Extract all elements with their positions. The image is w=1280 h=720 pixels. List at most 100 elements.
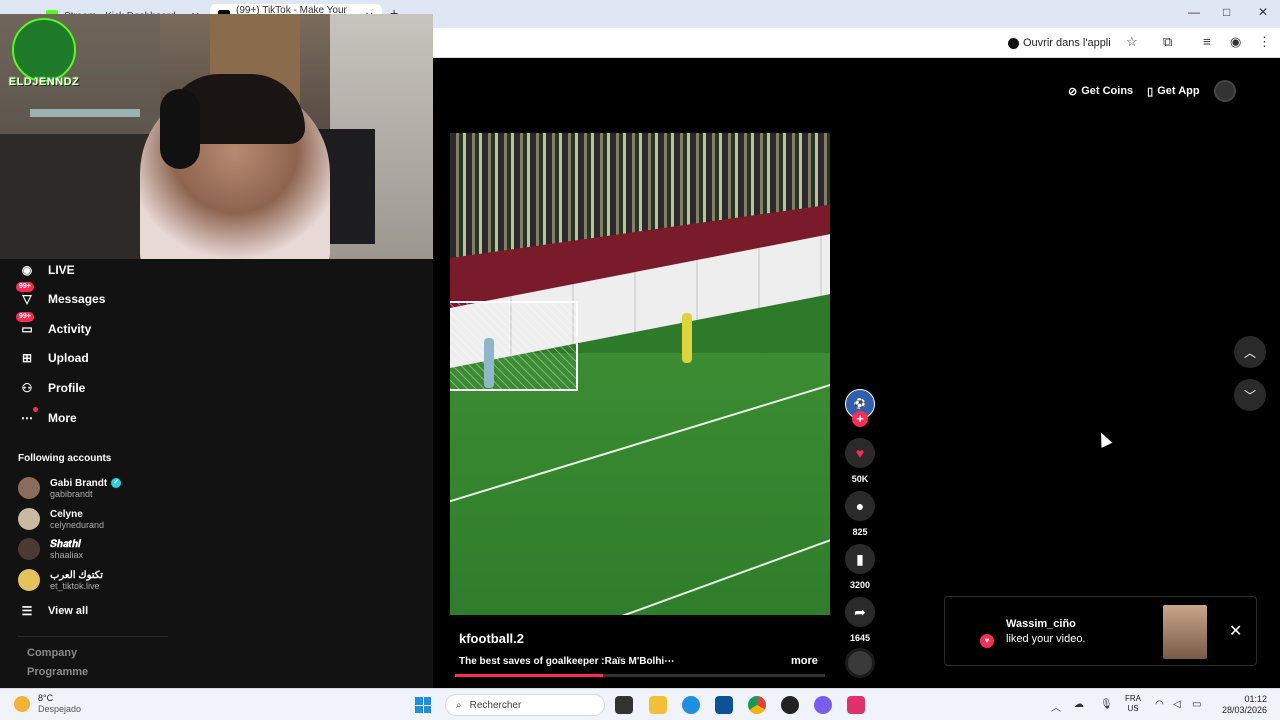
get-coins-button[interactable]: ⊘ Get Coins (1068, 85, 1133, 98)
user-avatar[interactable] (1213, 80, 1236, 102)
open-in-app-label: Ouvrir dans l'appli (1023, 37, 1111, 49)
caption-more-button[interactable]: more (791, 655, 818, 667)
bookmark-star-icon[interactable]: ☆ (1126, 34, 1138, 50)
notification-thumbnail[interactable] (1163, 605, 1207, 659)
menu-kebab-icon[interactable]: ⋮ (1258, 34, 1271, 50)
media-control-icon[interactable]: ≡ (1203, 34, 1211, 49)
list-icon: ☰ (21, 604, 33, 618)
heart-icon: ♥ (855, 445, 865, 461)
comment-button[interactable]: ● (845, 491, 875, 521)
header-actions: ⊘ Get Coins ▯ Get App (1068, 78, 1236, 104)
sidebar-item-activity[interactable]: ▭ 99+ Activity (16, 312, 91, 340)
notification-badge: 99+ (16, 312, 34, 322)
messages-icon: ▽ 99+ (16, 282, 36, 308)
wifi-icon[interactable]: ◠ (1155, 699, 1164, 710)
heart-icon: ♥ (980, 634, 994, 648)
share-button[interactable]: ➦ (845, 597, 875, 627)
like-button[interactable]: ♥ (845, 438, 875, 468)
referee (682, 313, 692, 363)
taskbar-search[interactable]: ⌕ Rechercher (445, 694, 605, 716)
music-disc-icon[interactable] (845, 648, 875, 678)
webcam-overlay: ELDJENNDZ (0, 14, 433, 259)
comment-count: 825 (852, 527, 868, 537)
headset-icon (160, 89, 200, 169)
task-view-icon[interactable] (615, 696, 633, 714)
start-button[interactable] (415, 697, 431, 713)
microphone-icon[interactable]: 🎙 (1100, 699, 1113, 710)
close-icon[interactable]: ✕ (1229, 621, 1242, 641)
share-icon: ➦ (854, 603, 866, 620)
sidebar-item-more[interactable]: ⋯ More (18, 407, 77, 429)
windows-taskbar: 8°C Despejado ⌕ Rechercher ︿ ☁ 🎙 FRA US … (0, 688, 1280, 720)
obs-icon[interactable] (781, 696, 799, 714)
sidebar-item-messages[interactable]: ▽ 99+ Messages (16, 282, 105, 310)
footer-link-programme[interactable]: Programme (27, 666, 88, 678)
comment-icon: ● (855, 498, 865, 514)
battery-icon[interactable]: ▭ (1192, 699, 1201, 710)
sidebar-item-profile[interactable]: ⚇ Profile (18, 377, 86, 399)
screen: Stream - Kick Dashboard ✕ (99+) TikTok -… (0, 0, 1280, 720)
show-hidden-icons-icon[interactable]: ︿ (1051, 699, 1061, 714)
volume-icon[interactable]: ◁ (1173, 699, 1181, 710)
language-indicator[interactable]: FRA US (1125, 694, 1141, 714)
activity-icon: ▭ 99+ (16, 312, 36, 338)
notification-user: Wassim_ciño (1006, 618, 1076, 630)
chevron-down-icon: ﹀ (1243, 388, 1256, 403)
logo-text: ELDJENNDZ (8, 76, 80, 88)
phone-icon: ▯ (1147, 85, 1154, 98)
goalkeeper (484, 338, 494, 388)
live-icon: ◉ (21, 263, 33, 277)
video-progress-bar[interactable] (455, 674, 825, 677)
get-app-button[interactable]: ▯ Get App (1147, 85, 1199, 98)
following-account[interactable]: 𝑺𝒉𝒂𝒕𝒉𝒊 shaaliax (18, 536, 83, 562)
maximize-button[interactable]: □ (1223, 5, 1230, 19)
previous-video-button[interactable]: ︿ (1234, 336, 1266, 368)
sidebar-item-live[interactable]: ◉ LIVE (18, 259, 75, 281)
goal-net (450, 301, 578, 391)
file-explorer-icon[interactable] (649, 696, 667, 714)
open-in-app-button[interactable]: Ouvrir dans l'appli (1008, 34, 1111, 52)
following-account[interactable]: Gabi Brandt ✓ gabibrandt (18, 475, 122, 501)
extensions-icon[interactable]: ⧉ (1163, 34, 1172, 50)
avatar (18, 477, 40, 499)
chrome-icon[interactable] (748, 696, 766, 714)
video-username[interactable]: kfootball.2 (459, 631, 524, 646)
minimize-button[interactable]: — (1188, 5, 1200, 19)
onedrive-icon[interactable]: ☁ (1074, 699, 1084, 710)
more-icon: ⋯ (18, 407, 38, 427)
close-window-button[interactable]: ✕ (1258, 5, 1268, 19)
discord-icon[interactable] (814, 696, 832, 714)
save-button[interactable]: ▮ (845, 544, 875, 574)
share-count: 1645 (849, 633, 871, 643)
store-icon[interactable] (715, 696, 733, 714)
sidebar-item-upload[interactable]: ⊞ Upload (18, 347, 89, 369)
profile-icon[interactable]: ◉ (1230, 34, 1241, 50)
view-all-button[interactable]: ☰ View all (18, 600, 89, 622)
video-player[interactable] (450, 133, 830, 615)
following-account[interactable]: تكتوك العرب et_tiktok.live (18, 567, 103, 593)
weather-moon-icon (14, 695, 30, 712)
avatar (18, 538, 40, 560)
sidebar: ◉ LIVE ▽ 99+ Messages ▭ 99+ Activity ⊞ Upl… (0, 259, 433, 688)
video-caption: The best saves of goalkeeper :Raïs M'Bol… (459, 656, 675, 667)
app-icon[interactable] (847, 696, 865, 714)
notification-badge: 99+ (16, 282, 34, 292)
follow-button[interactable]: + (852, 411, 868, 427)
search-icon: ⌕ (456, 699, 462, 711)
upload-icon: ⊞ (21, 351, 33, 365)
notification-message: liked your video. (1006, 633, 1086, 645)
footer-link-company[interactable]: Company (27, 647, 77, 659)
edge-icon[interactable] (682, 696, 700, 714)
save-count: 3200 (849, 580, 871, 590)
next-video-button[interactable]: ﹀ (1234, 379, 1266, 411)
tiktok-icon (1008, 37, 1019, 49)
following-accounts-title: Following accounts (18, 453, 112, 464)
like-notification[interactable]: ♥ Wassim_ciño liked your video. ✕ (944, 596, 1257, 666)
system-clock[interactable]: 01:12 28/03/2026 (1215, 694, 1267, 716)
weather-widget[interactable]: 8°C Despejado (14, 693, 81, 714)
avatar (18, 508, 40, 530)
chevron-up-icon: ︿ (1243, 345, 1256, 360)
following-account[interactable]: Celyne celynedurand (18, 506, 104, 532)
profile-icon: ⚇ (21, 381, 33, 395)
bookmark-icon: ▮ (856, 550, 864, 567)
